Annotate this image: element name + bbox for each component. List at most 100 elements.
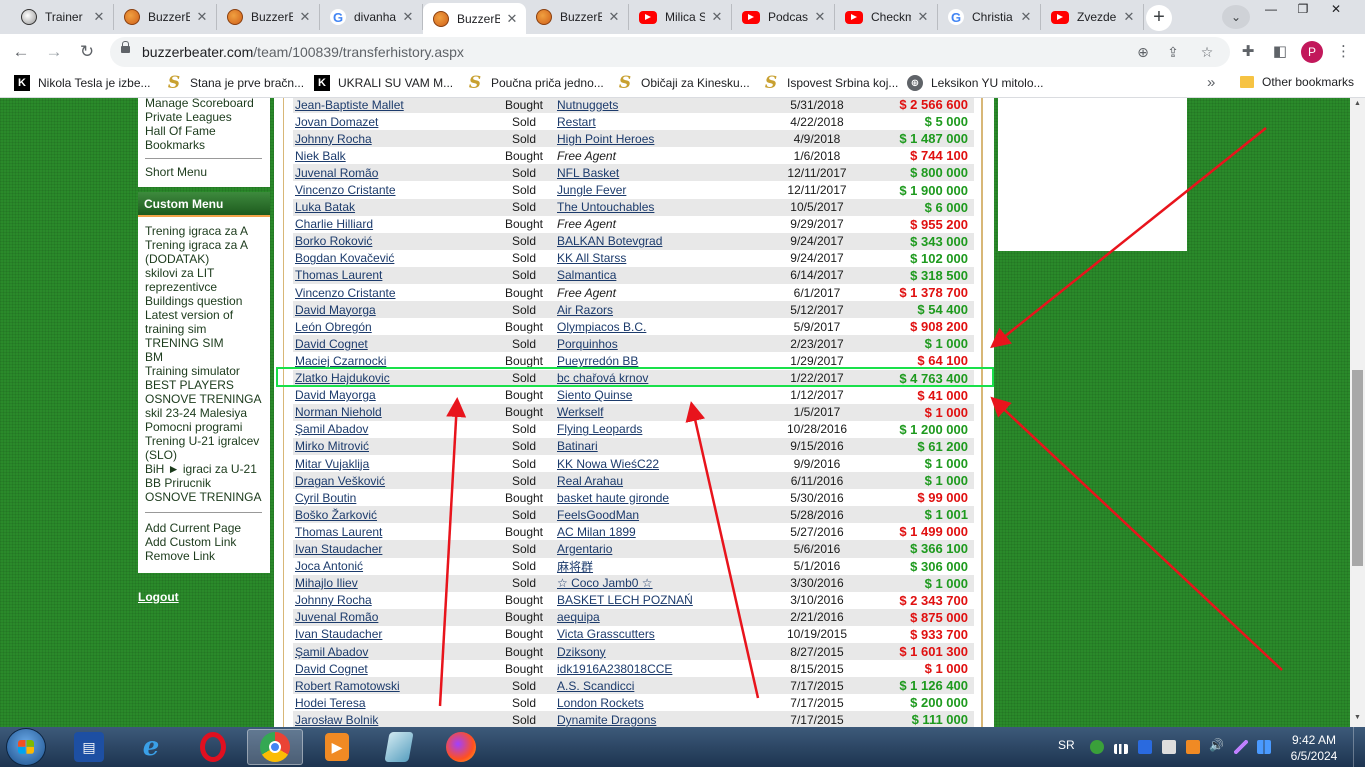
custom-menu-link[interactable]: Pomocni programi (145, 420, 270, 434)
utorrent-icon[interactable] (1090, 740, 1104, 754)
custom-menu-action[interactable]: Remove Link (145, 549, 270, 563)
team-name-link[interactable]: basket haute gironde (553, 491, 771, 505)
bookmark-star-icon[interactable]: ☆ (1197, 42, 1217, 62)
profile-avatar[interactable]: P (1301, 41, 1323, 63)
media-player-icon[interactable]: ▶ (309, 729, 365, 765)
bookmarks-overflow-icon[interactable]: » (1207, 74, 1215, 91)
player-name-link[interactable]: Hodei Teresa (293, 696, 495, 710)
bookmark-item[interactable]: S Običaji za Kinesku... (617, 73, 750, 93)
custom-menu-link[interactable]: Trening igraca za A (145, 238, 270, 252)
team-name-link[interactable]: Real Arahau (553, 474, 771, 488)
scroll-up-icon[interactable]: ▲ (1350, 100, 1365, 107)
player-name-link[interactable]: Jovan Domazet (293, 115, 495, 129)
language-indicator[interactable]: SR (1058, 738, 1075, 752)
custom-menu-link[interactable]: training sim (145, 322, 270, 336)
close-tab-icon[interactable]: ✕ (606, 9, 622, 25)
team-name-link[interactable]: idk1916A238018CCE (553, 662, 771, 676)
team-name-link[interactable]: ☆ Coco Jamb0 ☆ (553, 576, 771, 590)
custom-menu-link[interactable]: (SLO) (145, 448, 270, 462)
bookmark-item[interactable]: K UKRALI SU VAM M... (314, 75, 453, 91)
player-name-link[interactable]: Bogdan Kovačević (293, 251, 495, 265)
back-arrow-icon[interactable]: ← (9, 40, 33, 64)
team-name-link[interactable]: NFL Basket (553, 166, 771, 180)
custom-menu-link[interactable]: Training simulator (145, 364, 270, 378)
close-tab-icon[interactable]: ✕ (812, 9, 828, 25)
chrome-icon[interactable] (247, 729, 303, 765)
team-name-link[interactable]: Jungle Fever (553, 183, 771, 197)
notes-icon[interactable] (371, 729, 427, 765)
player-name-link[interactable]: David Cognet (293, 337, 495, 351)
team-name-link[interactable]: Argentario (553, 542, 771, 556)
start-button[interactable] (6, 728, 46, 766)
avast-icon[interactable] (1186, 740, 1200, 754)
browser-tab[interactable]: BuzzerBeater ✕ (526, 4, 629, 30)
bookmark-item[interactable]: S Stana je prve bračn... (166, 73, 304, 93)
side-panel-icon[interactable]: ◧ (1270, 42, 1290, 62)
browser-tab[interactable]: Gdivanhana ✕ (320, 4, 423, 30)
firefox-icon[interactable] (433, 729, 489, 765)
tab-search-button[interactable]: ⌄ (1222, 5, 1250, 29)
team-name-link[interactable]: Siento Quinse (553, 388, 771, 402)
custom-menu-link[interactable]: Trening U-21 igralcev (145, 434, 270, 448)
other-bookmarks[interactable]: Other bookmarks (1240, 75, 1354, 89)
player-name-link[interactable]: David Mayorga (293, 303, 495, 317)
player-name-link[interactable]: Mirko Mitrović (293, 439, 495, 453)
team-name-link[interactable]: Dynamite Dragons (553, 713, 771, 727)
new-tab-button[interactable]: + (1146, 5, 1172, 31)
player-name-link[interactable]: David Mayorga (293, 388, 495, 402)
menu-kebab-icon[interactable]: ⋮ (1336, 42, 1351, 62)
team-name-link[interactable]: The Untouchables (553, 200, 771, 214)
browser-tab[interactable]: G Christia ✕ (938, 4, 1041, 30)
player-name-link[interactable]: Juvenal Romão (293, 166, 495, 180)
team-name-link[interactable]: London Rockets (553, 696, 771, 710)
team-name-link[interactable]: KK Nowa WieśC22 (553, 457, 771, 471)
team-name-link[interactable]: BASKET LECH POZNAŃ (553, 593, 771, 607)
player-name-link[interactable]: Luka Batak (293, 200, 495, 214)
custom-menu-link[interactable]: BiH ► igraci za U-21 (145, 462, 270, 476)
bookmark-item[interactable]: ⊕ Leksikon YU mitolo... (907, 75, 1044, 91)
zoom-icon[interactable]: ⊕ (1133, 42, 1153, 62)
volume-icon[interactable]: 🔊 (1209, 738, 1224, 752)
player-name-link[interactable]: Jean-Baptiste Mallet (293, 98, 495, 112)
player-name-link[interactable]: Juvenal Romão (293, 610, 495, 624)
custom-menu-link[interactable]: OSNOVE TRENINGA (145, 392, 270, 406)
team-name-link[interactable]: Nutnuggets (553, 98, 771, 112)
team-name-link[interactable]: Batinari (553, 439, 771, 453)
logout-link[interactable]: Logout (138, 590, 179, 604)
device-icon[interactable] (1162, 740, 1176, 754)
custom-menu-link[interactable]: (DODATAK) (145, 252, 270, 266)
show-desktop-button[interactable] (1353, 727, 1365, 767)
opera-icon[interactable] (185, 729, 241, 765)
scroll-down-icon[interactable]: ▼ (1350, 714, 1365, 721)
custom-menu-link[interactable]: BB Prirucnik (145, 476, 270, 490)
close-window-icon[interactable]: ✕ (1320, 0, 1352, 20)
browser-tab[interactable]: Podcast ✕ (732, 4, 835, 30)
custom-menu-action[interactable]: Add Current Page (145, 521, 270, 535)
player-name-link[interactable]: Robert Ramotowski (293, 679, 495, 693)
team-name-link[interactable]: Victa Grasscutters (553, 627, 771, 641)
close-tab-icon[interactable]: ✕ (915, 9, 931, 25)
player-name-link[interactable]: Ivan Staudacher (293, 542, 495, 556)
custom-menu-link[interactable]: BM (145, 350, 270, 364)
reload-icon[interactable]: ↻ (75, 40, 99, 64)
signal-icon[interactable] (1114, 744, 1128, 754)
close-tab-icon[interactable]: ✕ (1018, 9, 1034, 25)
apps-grid-icon[interactable] (1257, 740, 1271, 754)
player-name-link[interactable]: Johnny Rocha (293, 132, 495, 146)
team-name-link[interactable]: Salmantica (553, 268, 771, 282)
player-name-link[interactable]: Mihajlo Iliev (293, 576, 495, 590)
extensions-icon[interactable]: ✚ (1238, 42, 1258, 62)
player-name-link[interactable]: Cyril Boutin (293, 491, 495, 505)
sidebar-link[interactable]: Private Leagues (145, 110, 270, 124)
custom-menu-link[interactable]: skilovi za LIT (145, 266, 270, 280)
close-tab-icon[interactable]: ✕ (1121, 9, 1137, 25)
player-name-link[interactable]: Şamil Abadov (293, 422, 495, 436)
browser-tab[interactable]: Trainer ✕ (11, 4, 114, 30)
internet-explorer-icon[interactable]: e (123, 729, 179, 765)
close-tab-icon[interactable]: ✕ (194, 9, 210, 25)
team-name-link[interactable]: High Point Heroes (553, 132, 771, 146)
custom-menu-link[interactable]: BEST PLAYERS (145, 378, 270, 392)
scrollbar[interactable]: ▲ ▼ (1350, 98, 1365, 727)
lock-icon[interactable] (121, 41, 130, 53)
player-name-link[interactable]: Charlie Hilliard (293, 217, 495, 231)
